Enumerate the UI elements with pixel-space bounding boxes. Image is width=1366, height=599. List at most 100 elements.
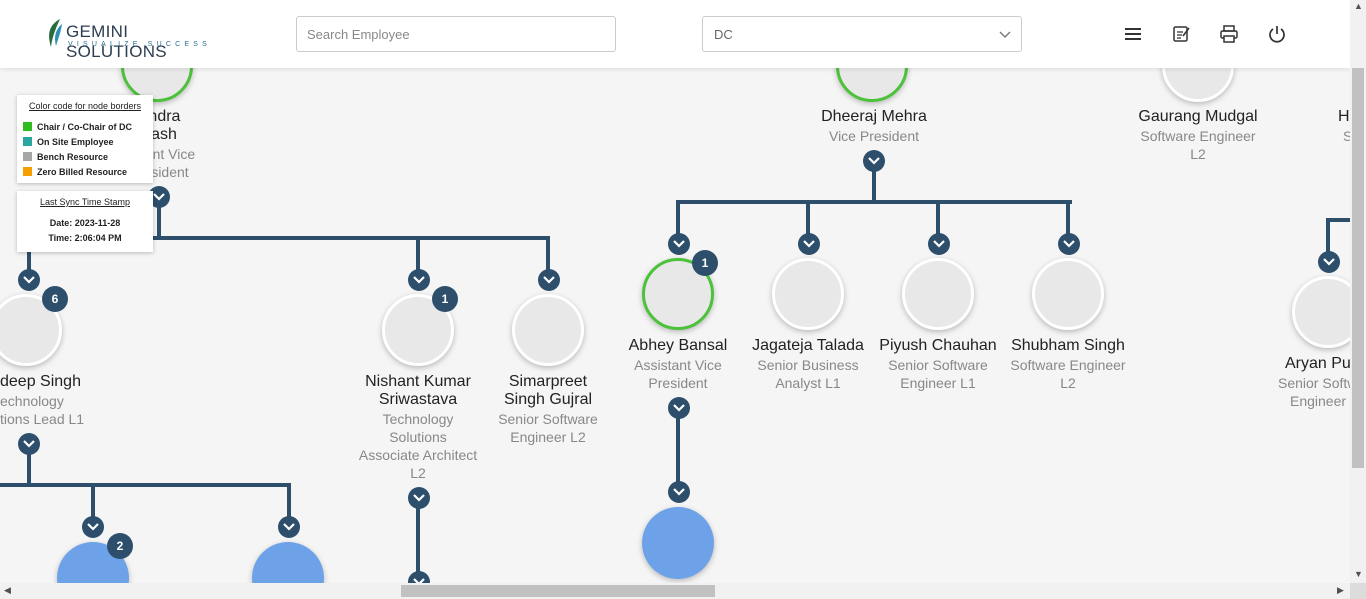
expand-chevron-button[interactable] [18, 433, 40, 455]
connector [676, 200, 1072, 204]
legend-swatch [23, 122, 32, 131]
chevron-down-icon [153, 193, 165, 201]
vertical-scrollbar[interactable]: ▲ ▼ [1350, 0, 1366, 583]
sync-heading: Last Sync Time Stamp [39, 197, 131, 207]
expand-chevron-button[interactable] [668, 481, 690, 503]
expand-chevron-button[interactable] [82, 516, 104, 538]
legend-label: Zero Billed Resource [37, 166, 128, 177]
node-name: Aryan Pu [1285, 355, 1350, 372]
expand-chevron-button[interactable] [1058, 233, 1080, 255]
legend-item: Zero Billed Resource [23, 164, 147, 179]
connector [91, 483, 95, 519]
connector [676, 416, 680, 484]
legend-swatch [23, 137, 32, 146]
expand-chevron-button[interactable] [668, 397, 690, 419]
logo-tagline: VISUALIZE SUCCESS [68, 41, 211, 48]
expand-chevron-button[interactable] [668, 233, 690, 255]
chevron-down-icon [23, 276, 35, 284]
chevron-down-icon [999, 31, 1011, 38]
node-name: Gaurang Mudgal [1138, 108, 1258, 125]
connector [546, 236, 550, 272]
node-title: L2 [410, 465, 426, 481]
connector [936, 200, 940, 236]
horizontal-scrollbar[interactable]: ◀ ▶ [0, 583, 1350, 599]
chevron-down-icon [673, 240, 685, 248]
expand-chevron-button[interactable] [798, 233, 820, 255]
legend-label: On Site Employee [37, 136, 114, 147]
border-color-legend: Color code for node borders Chair / Co-C… [17, 95, 153, 183]
node-title: Senior Software [498, 411, 598, 427]
node-title: tions Lead L1 [0, 411, 85, 427]
sync-time: Time: 2:06:04 PM [48, 233, 122, 243]
connector [27, 452, 31, 487]
expand-chevron-button[interactable] [928, 233, 950, 255]
node-name: Dheeraj Mehra [821, 108, 927, 125]
connector [1066, 200, 1070, 236]
legend-swatch [23, 152, 32, 161]
node-title: Associate Architect [358, 447, 478, 463]
org-chart-page: andra kash ant Vice sident Dheeraj Mehra… [0, 0, 1366, 599]
connector [1326, 218, 1330, 254]
chevron-down-icon [23, 440, 35, 448]
avatar-placeholder[interactable] [642, 507, 714, 579]
node-title: L2 [1060, 375, 1076, 391]
expand-chevron-button[interactable] [278, 516, 300, 538]
node-name: Singh Gujral [503, 391, 593, 408]
print-icon[interactable] [1219, 24, 1239, 44]
vertical-scroll-thumb[interactable] [1352, 68, 1364, 468]
expand-chevron-button[interactable] [408, 269, 430, 291]
node-title: echnology [0, 393, 64, 409]
company-logo[interactable]: GEMINI SOLUTIONS VISUALIZE SUCCESS [46, 16, 216, 61]
legend-item: Chair / Co-Chair of DC [23, 119, 147, 134]
department-select[interactable]: DC [702, 16, 1022, 52]
node-title: L2 [1190, 146, 1206, 162]
legend-swatch [23, 167, 32, 176]
node-title: Vice President [828, 128, 919, 144]
chevron-down-icon [87, 523, 99, 531]
notes-icon[interactable] [1171, 24, 1191, 44]
connector [872, 169, 876, 204]
avatar-jagateja-talada[interactable] [772, 258, 844, 330]
gemini-leaf-icon [49, 19, 62, 47]
avatar-simarpreet-singh-gujral[interactable] [512, 294, 584, 366]
avatar-piyush-chauhan[interactable] [902, 258, 974, 330]
reportee-count-badge: 2 [107, 533, 133, 559]
search-employee-input[interactable] [296, 16, 616, 52]
expand-chevron-button[interactable] [1318, 251, 1340, 273]
connector [806, 200, 810, 236]
expand-chevron-button[interactable] [408, 487, 430, 509]
expand-chevron-button[interactable] [863, 150, 885, 172]
connector [676, 200, 680, 236]
reportee-count-badge: 1 [692, 250, 718, 276]
connector [0, 483, 291, 487]
expand-chevron-button[interactable] [538, 269, 560, 291]
chevron-down-icon [1063, 240, 1075, 248]
legend-label: Chair / Co-Chair of DC [37, 121, 133, 132]
legend-item: On Site Employee [23, 134, 147, 149]
node-title: Engineer [1290, 393, 1347, 409]
scroll-left-icon[interactable]: ◀ [4, 585, 11, 596]
node-name: Shubham Singh [1011, 337, 1125, 354]
chevron-down-icon [1323, 258, 1335, 266]
avatar-shubham-singh[interactable] [1032, 258, 1104, 330]
scroll-down-icon[interactable]: ▼ [1354, 569, 1363, 579]
chevron-down-icon [283, 523, 295, 531]
legend-heading: Color code for node borders [28, 101, 142, 111]
menu-icon[interactable] [1123, 24, 1143, 44]
chevron-down-icon [673, 404, 685, 412]
node-name: deep Singh [0, 373, 81, 390]
expand-chevron-button[interactable] [18, 269, 40, 291]
power-icon[interactable] [1267, 24, 1287, 44]
chevron-down-icon [413, 276, 425, 284]
scrollbar-corner [1350, 583, 1366, 599]
node-title: Engineer L2 [510, 429, 586, 445]
connector [287, 483, 291, 519]
legend-item: Bench Resource [23, 149, 147, 164]
legend-label: Bench Resource [37, 151, 109, 162]
horizontal-scroll-thumb[interactable] [401, 585, 715, 597]
reportee-count-badge: 6 [42, 286, 68, 312]
node-title: Software Engineer [1010, 357, 1126, 373]
chevron-down-icon [868, 157, 880, 165]
scroll-up-icon[interactable]: ▲ [1354, 1, 1363, 11]
scroll-right-icon[interactable]: ▶ [1337, 585, 1344, 596]
